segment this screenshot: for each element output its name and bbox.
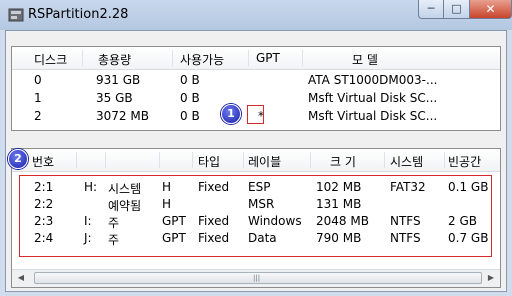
scroll-thumb[interactable]: ||| [34,272,482,284]
scroll-grip-icon: ||| [253,274,261,282]
maximize-icon: □ [451,2,462,15]
annotation-badge-1: 1 [221,104,241,124]
disk-model: ATA ST1000DM003-... [308,73,438,87]
disk-free: 0 B [180,109,200,123]
column-label[interactable]: 레이블 [248,153,281,170]
disk-total: 931 GB [96,73,141,87]
column-size[interactable]: 크 기 [330,153,356,170]
column-filesystem[interactable]: 시스템 [390,153,423,170]
disk-total: 35 GB [96,91,133,105]
minimize-icon: ─ [427,2,435,15]
disk-number: 0 [34,73,42,87]
disk-free: 0 B [180,91,200,105]
column-gpt[interactable]: GPT [256,51,280,65]
partition-list-header: 번호 타입 레이블 크 기 시스템 빈공간 [12,149,500,172]
disk-free: 0 B [180,73,200,87]
gpt-highlight-box [247,105,264,124]
scroll-left-icon[interactable]: ◀ [15,272,27,284]
scroll-right-icon[interactable]: ▶ [485,272,497,284]
disk-number: 1 [34,91,42,105]
app-icon [8,8,24,22]
disk-total: 3072 MB [96,109,149,123]
column-type[interactable]: 타입 [198,153,220,170]
column-disk[interactable]: 디스크 [34,51,67,68]
app-window: RSPartition2.28 ─ □ ✕ 디스크 총용량 사용가능 GPT 모… [0,0,512,296]
window-title: RSPartition2.28 [28,7,129,22]
column-total[interactable]: 총용량 [98,51,131,68]
annotation-badge-2: 2 [8,149,28,169]
minimize-button[interactable]: ─ [418,0,444,19]
maximize-button[interactable]: □ [444,0,470,19]
partition-rows-highlight-box [19,175,492,257]
disk-row[interactable]: 0 931 GB 0 B ATA ST1000DM003-... [12,72,500,89]
column-number[interactable]: 번호 [32,153,54,170]
disk-number: 2 [34,109,42,123]
horizontal-scrollbar[interactable]: ◀ ||| ▶ [12,269,500,287]
title-bar[interactable]: RSPartition2.28 ─ □ ✕ [0,0,512,30]
column-model[interactable]: 모 델 [352,51,378,68]
column-free-space[interactable]: 빈공간 [448,153,481,170]
column-free[interactable]: 사용가능 [180,51,224,68]
close-icon: ✕ [485,2,496,16]
disk-model: Msft Virtual Disk SC... [308,91,438,105]
disk-model: Msft Virtual Disk SC... [308,109,438,123]
disk-list-header: 디스크 총용량 사용가능 GPT 모 델 [12,47,500,70]
close-button[interactable]: ✕ [470,0,512,19]
